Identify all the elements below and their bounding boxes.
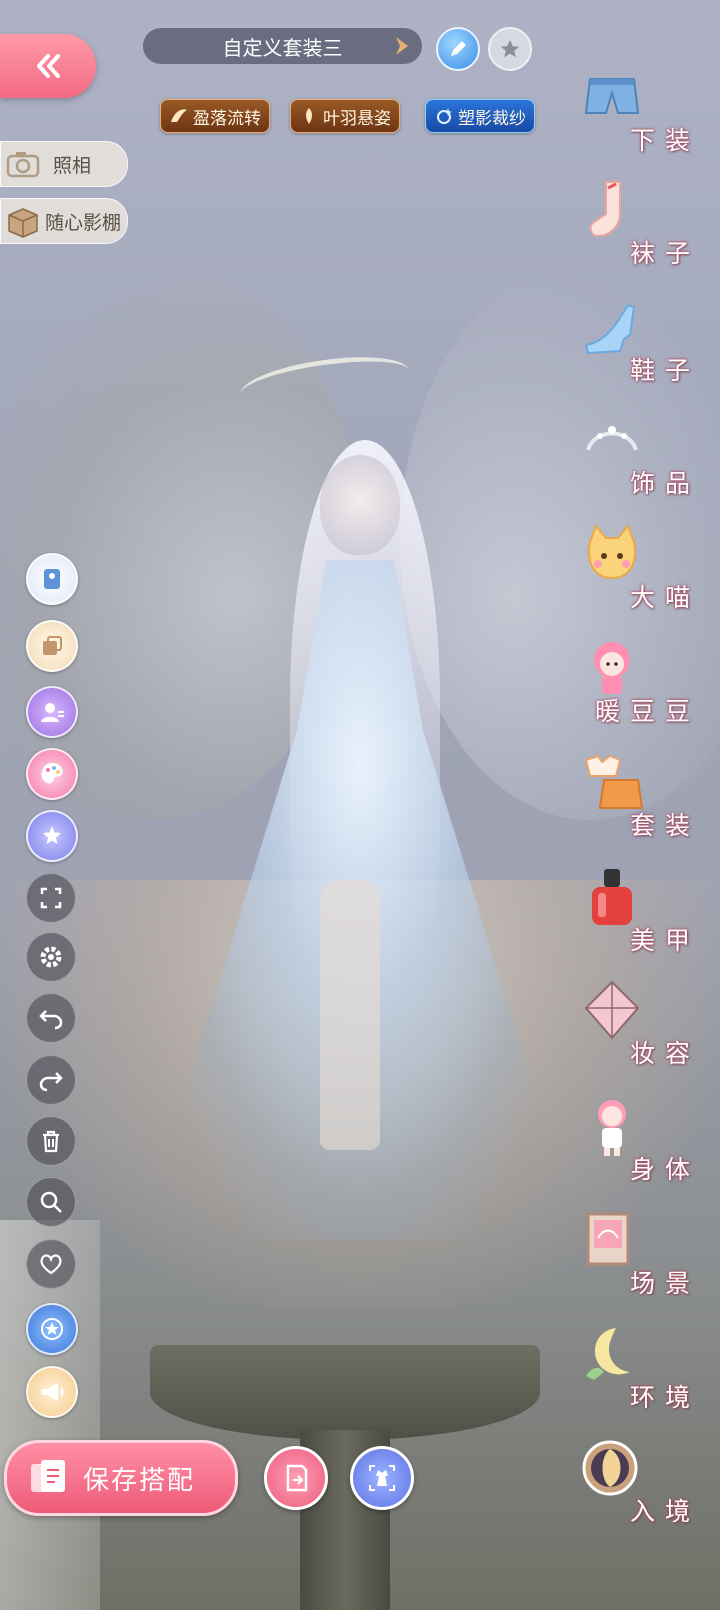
redo-icon	[39, 1072, 63, 1092]
outfit-title-selector[interactable]: 自定义套装三	[143, 28, 422, 64]
undo-icon	[39, 1010, 63, 1030]
palette-icon	[41, 763, 63, 784]
character-swap-button[interactable]	[26, 686, 78, 738]
share-card-icon	[286, 1464, 308, 1492]
fullscreen-icon	[40, 887, 62, 909]
sparkle-icon	[437, 108, 452, 124]
search-icon	[40, 1191, 62, 1213]
character-head	[320, 455, 400, 555]
pose-button[interactable]	[26, 553, 78, 605]
category-big-cat[interactable]: 大喵	[580, 522, 700, 622]
category-scene[interactable]: 场景	[580, 1208, 700, 1308]
tag-2[interactable]: 叶羽悬姿	[290, 99, 400, 133]
tiara-icon	[586, 426, 638, 451]
doll-icon	[594, 642, 630, 694]
trash-icon	[43, 1130, 59, 1153]
effect-button[interactable]	[26, 810, 78, 862]
layers-icon	[43, 636, 62, 655]
nail-polish-icon	[592, 869, 632, 925]
box-icon	[8, 208, 38, 238]
palette-button[interactable]	[26, 748, 78, 800]
megaphone-icon	[42, 1383, 64, 1401]
category-socks[interactable]: 袜子	[580, 178, 700, 278]
favorite-button[interactable]	[488, 27, 532, 71]
scene-icon	[586, 1212, 630, 1266]
redo-button[interactable]	[26, 1055, 76, 1105]
tag-3[interactable]: 塑影裁纱	[425, 99, 535, 133]
outfit-scan-button[interactable]	[350, 1446, 414, 1510]
dress-scan-icon	[369, 1465, 395, 1491]
announce-button[interactable]	[26, 1366, 78, 1418]
category-accessories[interactable]: 饰品	[580, 408, 700, 508]
edit-name-button[interactable]	[436, 27, 480, 71]
photo-button[interactable]: 照相	[0, 141, 128, 187]
shoe-icon	[584, 303, 636, 355]
category-bottoms[interactable]: 下装	[580, 65, 700, 165]
settings-button[interactable]	[26, 932, 76, 982]
character-legs	[320, 880, 380, 1150]
sock-icon	[589, 181, 621, 238]
category-body[interactable]: 身体	[580, 1094, 700, 1194]
moon-icon	[586, 1328, 630, 1380]
tag-1[interactable]: 盈落流转	[160, 99, 270, 133]
category-makeup[interactable]: 妆容	[580, 978, 700, 1078]
user-swap-icon	[41, 703, 64, 722]
fountain-basin	[150, 1345, 540, 1440]
pose-card-icon	[44, 569, 60, 589]
category-environment[interactable]: 环境	[580, 1322, 700, 1422]
undo-button[interactable]	[26, 993, 76, 1043]
share-button[interactable]	[264, 1446, 328, 1510]
outfit-icon	[584, 754, 644, 809]
body-icon	[598, 1100, 626, 1156]
camera-icon	[6, 152, 40, 178]
outfit-title: 自定义套装三	[222, 35, 343, 60]
save-cards-icon	[31, 1460, 65, 1492]
cat-icon	[588, 524, 636, 580]
star-badge-icon	[41, 1318, 63, 1340]
category-shoes[interactable]: 鞋子	[580, 295, 700, 395]
like-button[interactable]	[26, 1239, 76, 1289]
category-nails[interactable]: 美甲	[580, 865, 700, 965]
search-button[interactable]	[26, 1177, 76, 1227]
wing-icon	[171, 109, 187, 122]
double-chevron-left-icon	[37, 54, 60, 78]
category-enter-realm[interactable]: 入境	[580, 1436, 700, 1536]
studio-button[interactable]: 随心影棚	[0, 198, 128, 244]
heart-icon	[40, 1254, 62, 1275]
leaf-icon	[306, 108, 312, 124]
fullscreen-button[interactable]	[26, 873, 76, 923]
makeup-icon	[584, 980, 640, 1040]
gear-icon	[40, 946, 62, 968]
category-warm-doll[interactable]: 暖豆豆	[580, 636, 700, 736]
back-button[interactable]	[0, 34, 96, 98]
save-outfit-button[interactable]: 保存搭配	[4, 1440, 238, 1516]
shorts-icon	[584, 78, 640, 114]
pencil-icon	[451, 41, 466, 56]
portal-icon	[582, 1440, 638, 1496]
featured-button[interactable]	[26, 1303, 78, 1355]
category-outfit[interactable]: 套装	[580, 750, 700, 850]
layer-button[interactable]	[26, 620, 78, 672]
delete-button[interactable]	[26, 1116, 76, 1166]
chevron-right-icon	[396, 37, 408, 55]
star-swirl-icon	[43, 826, 61, 844]
star-icon	[500, 39, 520, 58]
